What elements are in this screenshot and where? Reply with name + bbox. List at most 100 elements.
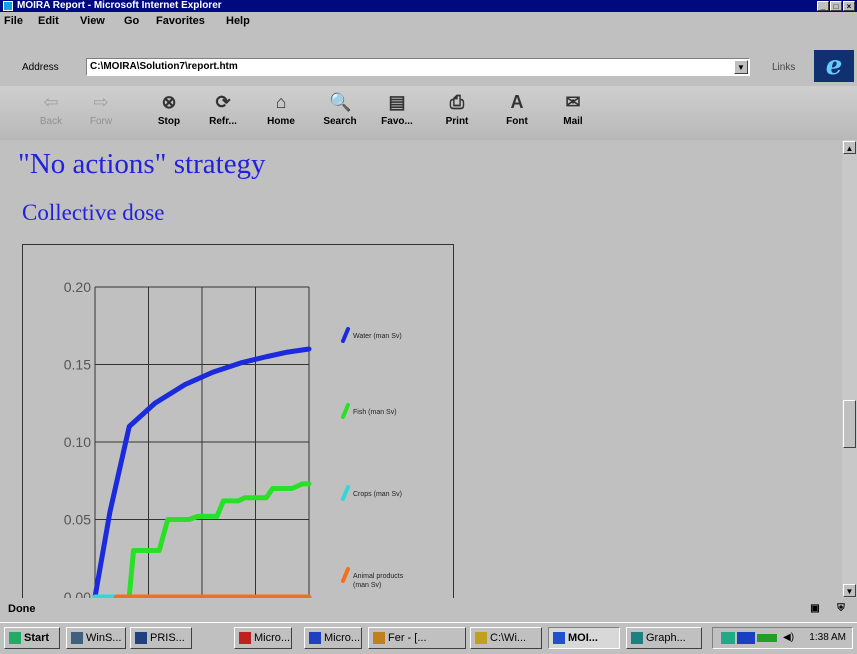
ie-app-icon[interactable] bbox=[3, 1, 13, 11]
menu-go[interactable]: Go bbox=[124, 12, 139, 30]
forward-arrow-icon: ⇨ bbox=[93, 92, 109, 112]
clock[interactable]: 1:38 AM bbox=[809, 632, 846, 643]
font-button[interactable]: A Font bbox=[494, 90, 540, 138]
legend-label-1: Fish (man Sv) bbox=[353, 409, 397, 416]
favorites-label: Favo... bbox=[381, 116, 413, 127]
taskbar-item-graph[interactable]: Graph... bbox=[626, 627, 702, 649]
system-tray: ◀) 1:38 AM bbox=[712, 627, 853, 649]
back-label: Back bbox=[39, 116, 63, 127]
taskbar: Start WinS... PRIS... Micro... Micro... … bbox=[0, 622, 857, 654]
refresh-button[interactable]: ⟳ Refr... bbox=[200, 90, 246, 138]
search-label: Search bbox=[323, 116, 357, 127]
chart-frame: 0.00 0.05 0.10 0.15 0.20 Water (man Sv) Fish (… bbox=[22, 244, 454, 598]
forward-button[interactable]: ⇨ Forw bbox=[78, 90, 124, 138]
folder-icon bbox=[475, 632, 487, 645]
scroll-thumb[interactable] bbox=[843, 400, 856, 448]
taskbar-item-microsoft-2[interactable]: Micro... bbox=[304, 627, 362, 649]
search-icon: 🔍 bbox=[329, 92, 352, 112]
toolbar: ⇦ Back ⇨ Forw ⊗ Stop ⟳ Refr... ⌂ Home 🔍 … bbox=[0, 86, 857, 140]
ie-logo: e bbox=[814, 50, 854, 82]
legend-swatch-0 bbox=[341, 327, 350, 343]
back-button[interactable]: ⇦ Back bbox=[28, 90, 74, 138]
legend-swatch-2 bbox=[341, 485, 350, 501]
menu-view[interactable]: View bbox=[80, 12, 105, 30]
stop-label: Stop bbox=[157, 116, 181, 127]
mail-label: Mail bbox=[563, 116, 583, 127]
start-button[interactable]: Start bbox=[4, 627, 60, 649]
task-label: Fer - [... bbox=[388, 632, 427, 644]
ie-logo-icon: e bbox=[825, 51, 843, 81]
title-bar: MOIRA Report - Microsoft Internet Explor… bbox=[0, 0, 857, 12]
stop-icon: ⊗ bbox=[161, 92, 177, 112]
tray-keyboard-icon[interactable] bbox=[737, 632, 755, 644]
scroll-down-button[interactable]: ▼ bbox=[843, 584, 856, 597]
favorites-icon: ▤ bbox=[388, 92, 406, 112]
task-label: PRIS... bbox=[150, 632, 185, 644]
back-arrow-icon: ⇦ bbox=[43, 92, 59, 112]
status-bar: Done ▣ ⛨ bbox=[0, 598, 857, 620]
print-button[interactable]: ⎙ Print bbox=[434, 90, 480, 138]
taskbar-item-cwindows[interactable]: C:\Wi... bbox=[470, 627, 542, 649]
start-label: Start bbox=[24, 632, 50, 644]
favorites-button[interactable]: ▤ Favo... bbox=[374, 90, 420, 138]
task-label: Micro... bbox=[324, 632, 361, 644]
task-label: C:\Wi... bbox=[490, 632, 527, 644]
task-label: Graph... bbox=[646, 632, 686, 644]
app-icon bbox=[135, 632, 147, 645]
maximize-button[interactable]: □ bbox=[830, 1, 842, 11]
menu-help[interactable]: Help bbox=[226, 12, 250, 30]
app-icon bbox=[71, 632, 83, 645]
taskbar-item-moira[interactable]: MOI... bbox=[548, 627, 620, 649]
taskbar-item-fer[interactable]: Fer - [... bbox=[368, 627, 466, 649]
scroll-up-button[interactable]: ▲ bbox=[843, 141, 856, 154]
legend-swatch-3 bbox=[341, 567, 350, 583]
app-icon bbox=[239, 632, 251, 645]
search-button[interactable]: 🔍 Search bbox=[317, 90, 363, 138]
home-button[interactable]: ⌂ Home bbox=[258, 90, 304, 138]
menu-favorites[interactable]: Favorites bbox=[156, 12, 205, 30]
y-tick-label: 0.10 bbox=[64, 434, 91, 450]
mail-button[interactable]: ✉ Mail bbox=[550, 90, 596, 138]
print-icon: ⎙ bbox=[449, 92, 465, 112]
stop-button[interactable]: ⊗ Stop bbox=[146, 90, 192, 138]
links-button[interactable]: Links bbox=[772, 62, 795, 73]
address-bar: Address C:\MOIRA\Solution7\report.htm ▼ … bbox=[0, 42, 857, 86]
font-icon: A bbox=[510, 92, 524, 112]
tray-network-icon[interactable] bbox=[757, 634, 777, 642]
vertical-scrollbar[interactable]: ▲ ▼ bbox=[842, 140, 857, 598]
y-tick-label: 0.15 bbox=[64, 357, 91, 373]
address-input[interactable]: C:\MOIRA\Solution7\report.htm ▼ bbox=[86, 58, 750, 76]
app-icon bbox=[309, 632, 321, 645]
taskbar-item-microsoft-1[interactable]: Micro... bbox=[234, 627, 292, 649]
legend-swatch-1 bbox=[341, 403, 350, 419]
legend-label-3: Animal products (man Sv) bbox=[353, 573, 404, 589]
tray-app-icon[interactable] bbox=[721, 632, 735, 644]
window-title: MOIRA Report - Microsoft Internet Explor… bbox=[17, 0, 222, 11]
taskbar-item-winsock[interactable]: WinS... bbox=[66, 627, 126, 649]
menu-file[interactable]: File bbox=[4, 12, 23, 30]
security-icon: ⛨ bbox=[837, 603, 845, 614]
task-label: Micro... bbox=[254, 632, 291, 644]
refresh-icon: ⟳ bbox=[215, 92, 231, 112]
y-tick-label: 0.20 bbox=[64, 279, 91, 295]
close-button[interactable]: × bbox=[843, 1, 855, 11]
home-label: Home bbox=[267, 116, 295, 127]
status-text: Done bbox=[8, 603, 36, 615]
mail-icon: ✉ bbox=[565, 92, 581, 112]
menu-bar: File Edit View Go Favorites Help bbox=[0, 12, 857, 30]
page-content: "No actions" strategy Collective dose 0.… bbox=[0, 140, 842, 598]
tray-volume-icon[interactable]: ◀) bbox=[783, 632, 794, 643]
minimize-button[interactable]: _ bbox=[817, 1, 829, 11]
forward-label: Forw bbox=[89, 116, 113, 127]
zone-icon: ▣ bbox=[810, 603, 820, 614]
ie-icon bbox=[553, 632, 565, 645]
section-title: Collective dose bbox=[22, 200, 165, 225]
task-label: MOI... bbox=[568, 632, 598, 644]
address-dropdown-button[interactable]: ▼ bbox=[734, 60, 748, 74]
taskbar-item-pris[interactable]: PRIS... bbox=[130, 627, 192, 649]
home-icon: ⌂ bbox=[275, 92, 287, 112]
legend-label-0: Water (man Sv) bbox=[353, 333, 402, 340]
app-icon bbox=[373, 632, 385, 645]
menu-edit[interactable]: Edit bbox=[38, 12, 59, 30]
print-label: Print bbox=[445, 116, 469, 127]
